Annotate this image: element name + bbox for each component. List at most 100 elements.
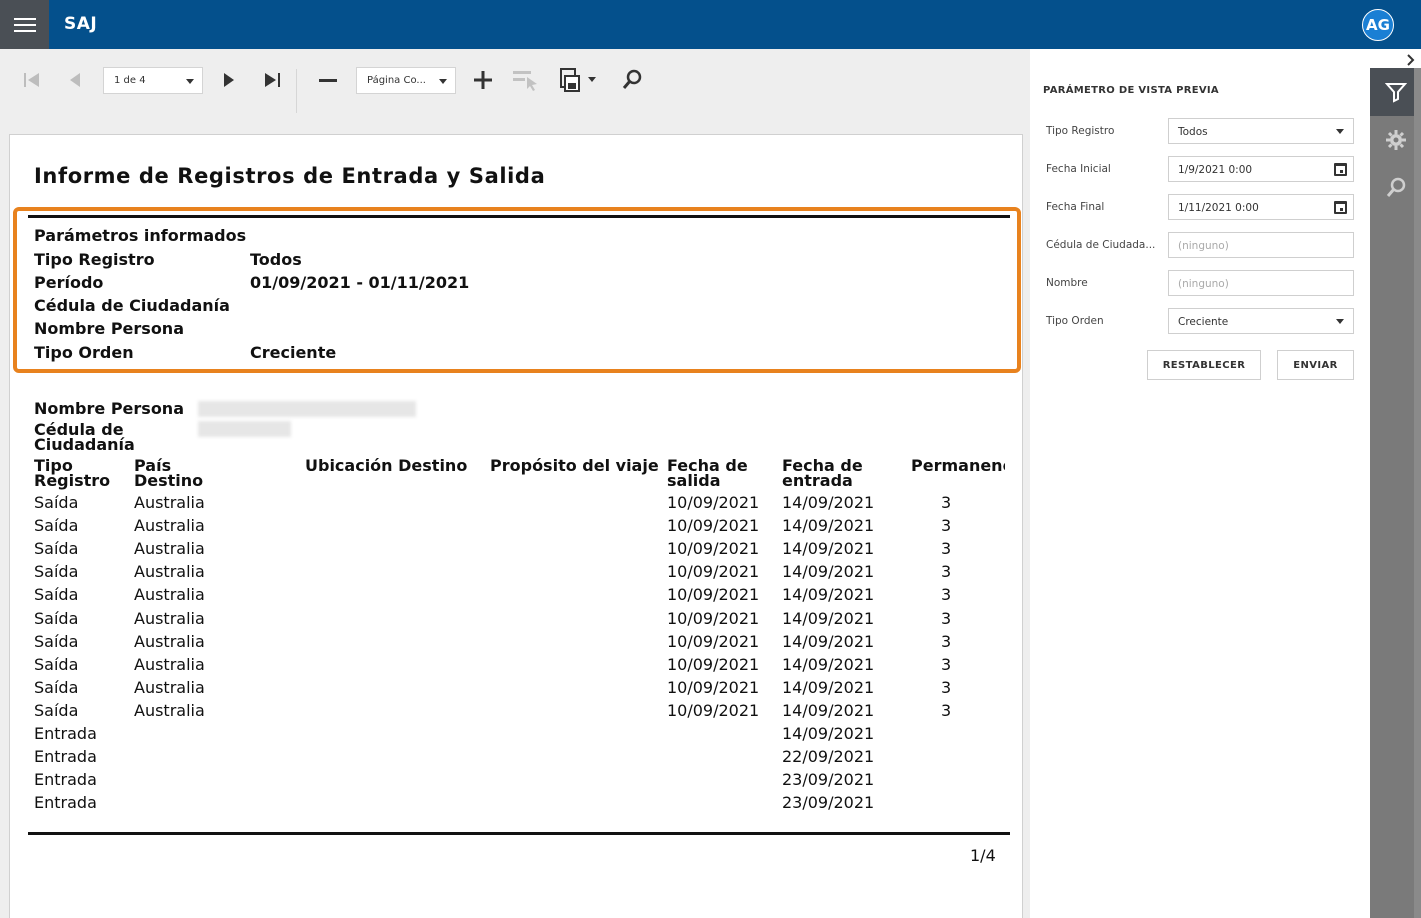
last-page-button[interactable]	[257, 63, 287, 97]
minus-icon	[319, 79, 337, 82]
last-page-icon	[265, 73, 280, 87]
table-cell-tipo: Entrada	[34, 747, 97, 766]
table-cell-tipo: Saída	[34, 562, 79, 581]
plus-icon	[474, 71, 492, 89]
gear-icon	[1385, 130, 1406, 150]
table-cell-tipo: Entrada	[34, 724, 97, 743]
nombre-placeholder: (ninguno)	[1178, 278, 1229, 290]
submit-button[interactable]: ENVIAR	[1277, 350, 1354, 380]
table-cell-entrada: 14/09/2021	[782, 632, 875, 651]
table-cell-pais: Australia	[134, 562, 205, 581]
table-cell-pais: Australia	[134, 655, 205, 674]
search-button[interactable]	[617, 63, 647, 97]
export-button[interactable]	[556, 63, 600, 97]
table-cell-pais: Australia	[134, 701, 205, 720]
table-cell-entrada: 14/09/2021	[782, 539, 875, 558]
table-cell-salida: 10/09/2021	[667, 585, 760, 604]
first-page-button[interactable]	[17, 63, 47, 97]
table-cell-tipo: Saída	[34, 493, 79, 512]
app-title: SAJ	[64, 14, 98, 34]
table-cell-tipo: Saída	[34, 678, 79, 697]
page-number: 1/4	[970, 846, 996, 865]
collapse-panel-button[interactable]	[1404, 52, 1418, 66]
table-cell-perm: 3	[941, 678, 952, 697]
tipo-orden-value: Creciente	[1178, 316, 1229, 328]
page-selector[interactable]: 1 de 4	[103, 67, 203, 94]
tipo-registro-value: Todos	[1178, 126, 1208, 138]
table-cell-perm: 3	[941, 632, 952, 651]
table-cell-entrada: 23/09/2021	[782, 793, 875, 812]
chevron-down-icon	[1336, 319, 1344, 324]
col-head-tipo: Tipo Registro	[34, 458, 110, 489]
table-cell-salida: 10/09/2021	[667, 562, 760, 581]
fecha-inicial-field[interactable]: 1/9/2021 0:00	[1168, 156, 1354, 182]
chevron-down-icon	[186, 79, 194, 84]
search-icon	[1386, 177, 1405, 197]
cedula-placeholder: (ninguno)	[1178, 240, 1229, 252]
table-cell-tipo: Saída	[34, 609, 79, 628]
zoom-in-button[interactable]	[468, 63, 498, 97]
filter-icon	[1384, 83, 1407, 103]
nombre-label: Nombre	[1046, 277, 1088, 289]
table-cell-salida: 10/09/2021	[667, 632, 760, 651]
table-cell-pais: Australia	[134, 585, 205, 604]
reset-button[interactable]: RESTABLECER	[1147, 350, 1261, 380]
col-head-entrada: Fecha de entrada	[782, 458, 863, 490]
hamburger-icon	[13, 17, 36, 33]
previous-page-button[interactable]	[60, 63, 90, 97]
tipo-registro-select[interactable]: Todos	[1168, 118, 1354, 144]
table-cell-salida: 10/09/2021	[667, 655, 760, 674]
table-cell-entrada: 14/09/2021	[782, 724, 875, 743]
table-cell-perm: 3	[941, 655, 952, 674]
chevron-right-icon	[1407, 54, 1415, 66]
table-cell-tipo: Saída	[34, 585, 79, 604]
table-cell-tipo: Entrada	[34, 793, 97, 812]
table-cell-salida: 10/09/2021	[667, 493, 760, 512]
col-head-permanencia: Permanenc	[911, 458, 1005, 473]
table-cell-pais: Australia	[134, 632, 205, 651]
preview-parameters-panel: PARÁMETRO DE VISTA PREVIA Tipo Registro …	[1030, 68, 1370, 918]
table-cell-perm: 3	[941, 516, 952, 535]
toolbar-divider	[296, 69, 297, 113]
col-head-proposito: Propósito del viaje	[490, 456, 659, 475]
next-page-button[interactable]	[214, 63, 244, 97]
table-cell-pais: Australia	[134, 516, 205, 535]
param-value: Creciente	[250, 343, 337, 362]
table-cell-tipo: Saída	[34, 516, 79, 535]
zoom-selector[interactable]: Página Co...	[356, 67, 456, 94]
user-avatar[interactable]: AG	[1362, 9, 1394, 41]
highlight-editing-fields-button[interactable]	[510, 63, 540, 97]
table-cell-pais: Australia	[134, 539, 205, 558]
calendar-icon[interactable]	[1334, 201, 1347, 214]
zoom-out-button[interactable]	[313, 63, 343, 97]
param-label: Tipo Orden	[34, 343, 134, 362]
table-cell-entrada: 14/09/2021	[782, 678, 875, 697]
table-cell-entrada: 14/09/2021	[782, 609, 875, 628]
table-cell-entrada: 14/09/2021	[782, 516, 875, 535]
first-page-icon	[24, 73, 39, 87]
calendar-icon[interactable]	[1334, 163, 1347, 176]
person-name-label: Nombre Persona	[34, 399, 184, 418]
tipo-orden-label: Tipo Orden	[1046, 315, 1104, 327]
hamburger-menu-button[interactable]	[0, 0, 49, 49]
fecha-final-field[interactable]: 1/11/2021 0:00	[1168, 194, 1354, 220]
sidebar-edge	[1414, 68, 1421, 918]
table-cell-perm: 3	[941, 585, 952, 604]
col-head-ubicacion: Ubicación Destino	[305, 456, 468, 475]
nombre-field[interactable]: (ninguno)	[1168, 270, 1354, 296]
cedula-field[interactable]: (ninguno)	[1168, 232, 1354, 258]
viewer-toolbar: 1 de 4 Página Co...	[0, 49, 1030, 113]
col-head-line: entrada	[782, 471, 853, 490]
cedula-label: Cédula de Ciudada...	[1046, 239, 1156, 251]
table-cell-perm: 3	[941, 609, 952, 628]
page-selector-value: 1 de 4	[114, 75, 146, 86]
table-cell-entrada: 14/09/2021	[782, 493, 875, 512]
param-label: Cédula de Ciudadanía	[34, 296, 230, 315]
table-cell-salida: 10/09/2021	[667, 678, 760, 697]
table-cell-pais: Australia	[134, 609, 205, 628]
param-value: Todos	[250, 250, 302, 269]
tipo-orden-select[interactable]: Creciente	[1168, 308, 1354, 334]
table-cell-salida: 10/09/2021	[667, 609, 760, 628]
previous-page-icon	[70, 73, 80, 87]
next-page-icon	[224, 73, 234, 87]
